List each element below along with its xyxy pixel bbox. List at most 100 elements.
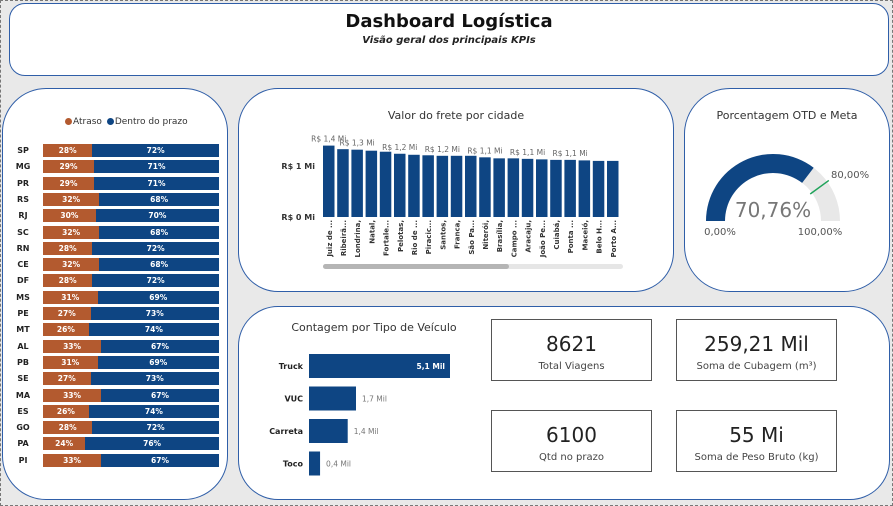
- late-segment[interactable]: 27%: [43, 307, 91, 320]
- ontime-segment[interactable]: 68%: [99, 258, 219, 272]
- state-row[interactable]: RJ 30% 70%: [3, 209, 229, 223]
- city-bar[interactable]: [436, 155, 449, 217]
- kpi-on-time[interactable]: 6100 Qtd no prazo: [491, 410, 652, 472]
- city-bar[interactable]: [507, 158, 520, 217]
- city-bar[interactable]: [365, 150, 378, 217]
- ontime-segment[interactable]: 71%: [94, 160, 219, 174]
- state-row[interactable]: MS 31% 69%: [3, 290, 229, 305]
- chart-legend[interactable]: Atraso Dentro do prazo: [65, 117, 188, 127]
- ontime-segment[interactable]: 72%: [92, 241, 219, 255]
- state-row[interactable]: SP 28% 72%: [3, 144, 229, 158]
- city-bar[interactable]: [521, 158, 534, 217]
- ontime-segment[interactable]: 72%: [92, 274, 219, 288]
- city-bar[interactable]: [578, 160, 591, 217]
- late-segment[interactable]: 24%: [43, 437, 86, 451]
- city-label: São Pa...: [468, 220, 476, 255]
- late-segment[interactable]: 32%: [43, 258, 100, 272]
- city-bar[interactable]: [422, 155, 434, 217]
- state-row[interactable]: SC 32% 68%: [3, 225, 229, 240]
- late-segment[interactable]: 33%: [43, 388, 102, 402]
- kpi-gross-weight[interactable]: 55 Mi Soma de Peso Bruto (kg): [676, 410, 837, 472]
- city-bar[interactable]: [394, 153, 406, 217]
- state-row[interactable]: PR 29% 71%: [3, 176, 229, 191]
- vehicle-count-chart[interactable]: Truck 5,1 Mil VUC 1,7 Mil Carreta 1,4 Mil Toco…: [239, 307, 499, 501]
- ontime-segment[interactable]: 67%: [101, 388, 219, 402]
- ontime-segment[interactable]: 76%: [85, 437, 219, 451]
- city-bar[interactable]: [408, 154, 420, 217]
- ontime-segment[interactable]: 73%: [90, 372, 219, 386]
- ontime-segment[interactable]: 74%: [88, 404, 219, 418]
- late-segment[interactable]: 31%: [43, 290, 98, 304]
- vehicle-bar[interactable]: [309, 386, 356, 411]
- state-row[interactable]: AL 33% 67%: [3, 339, 229, 354]
- kpi-cubage[interactable]: 259,21 Mil Soma de Cubagem (m³): [676, 319, 837, 381]
- late-segment[interactable]: 26%: [43, 323, 89, 337]
- city-bar[interactable]: [536, 159, 548, 217]
- late-segment[interactable]: 26%: [43, 404, 89, 418]
- late-segment[interactable]: 27%: [43, 372, 91, 386]
- otd-gauge-card[interactable]: Porcentagem OTD e Meta 80,00% 70,76% 0,0…: [684, 88, 890, 292]
- city-bar[interactable]: [450, 155, 463, 217]
- state-bar: 29% 71%: [43, 160, 219, 174]
- late-segment[interactable]: 28%: [43, 241, 93, 255]
- state-row[interactable]: MA 33% 67%: [3, 388, 229, 403]
- city-bar[interactable]: [493, 158, 505, 217]
- ontime-segment[interactable]: 69%: [97, 290, 219, 304]
- ontime-segment[interactable]: 67%: [101, 453, 219, 467]
- freight-by-city-chart[interactable]: Valor do frete por cidade R$ 0 Mi R$ 1 Mi…: [238, 88, 674, 292]
- ontime-segment[interactable]: 72%: [92, 144, 219, 157]
- state-row[interactable]: RN 28% 72%: [3, 241, 229, 256]
- state-row[interactable]: GO 28% 72%: [3, 421, 229, 435]
- city-label: Juiz de ...: [326, 220, 334, 258]
- city-label: Franca,: [454, 220, 462, 249]
- vehicle-bar[interactable]: [309, 419, 348, 443]
- city-bar[interactable]: [351, 149, 363, 217]
- ontime-segment[interactable]: 73%: [90, 307, 219, 320]
- late-segment[interactable]: 33%: [43, 339, 102, 353]
- state-row[interactable]: MT 26% 74%: [3, 323, 229, 337]
- state-row[interactable]: PB 31% 69%: [3, 355, 229, 370]
- scrollbar-thumb[interactable]: [323, 264, 509, 269]
- state-row[interactable]: PI 33% 67%: [3, 453, 229, 468]
- kpi-total-trips[interactable]: 8621 Total Viagens: [491, 319, 652, 381]
- city-bar[interactable]: [550, 159, 562, 217]
- city-bar[interactable]: [323, 145, 335, 217]
- late-segment[interactable]: 30%: [43, 209, 96, 223]
- ontime-segment[interactable]: 74%: [88, 323, 219, 337]
- city-bar[interactable]: [564, 159, 576, 217]
- ontime-segment[interactable]: 68%: [99, 192, 219, 206]
- state-row[interactable]: DF 28% 72%: [3, 274, 229, 288]
- state-row[interactable]: ES 26% 74%: [3, 404, 229, 419]
- late-segment[interactable]: 28%: [43, 421, 93, 435]
- late-segment[interactable]: 32%: [43, 192, 100, 206]
- late-segment[interactable]: 32%: [43, 225, 100, 239]
- late-segment[interactable]: 33%: [43, 453, 102, 467]
- freight-plot: R$ 0 MiR$ 1 MiR$ 1,4 MiJuiz de ... Ribeir…: [281, 135, 623, 269]
- state-row[interactable]: MG 29% 71%: [3, 160, 229, 174]
- late-segment[interactable]: 29%: [43, 160, 95, 174]
- city-bar[interactable]: [465, 155, 477, 217]
- ontime-segment[interactable]: 68%: [99, 225, 219, 239]
- state-row[interactable]: PA 24% 76%: [3, 437, 229, 451]
- ontime-segment[interactable]: 70%: [95, 209, 219, 223]
- city-bar[interactable]: [337, 149, 349, 217]
- state-row[interactable]: SE 27% 73%: [3, 372, 229, 386]
- state-row[interactable]: CE 32% 68%: [3, 258, 229, 272]
- late-segment[interactable]: 29%: [43, 176, 95, 190]
- city-bar[interactable]: [592, 160, 605, 217]
- ontime-segment[interactable]: 72%: [92, 421, 219, 435]
- ontime-segment[interactable]: 71%: [94, 176, 219, 190]
- gauge-target-label: 80,00%: [831, 170, 869, 181]
- vehicle-bar[interactable]: [309, 451, 321, 476]
- state-otd-chart[interactable]: Atraso Dentro do prazo SP 28% 72% MG 29% 71% P…: [2, 88, 228, 500]
- ontime-segment[interactable]: 69%: [97, 355, 219, 369]
- state-row[interactable]: PE 27% 73%: [3, 307, 229, 321]
- city-bar[interactable]: [379, 151, 392, 217]
- late-segment[interactable]: 28%: [43, 144, 93, 157]
- city-bar[interactable]: [479, 157, 491, 217]
- ontime-segment[interactable]: 67%: [101, 339, 219, 353]
- late-segment[interactable]: 28%: [43, 274, 93, 288]
- city-bar[interactable]: [607, 160, 619, 217]
- late-segment[interactable]: 31%: [43, 355, 98, 369]
- state-row[interactable]: RS 32% 68%: [3, 192, 229, 207]
